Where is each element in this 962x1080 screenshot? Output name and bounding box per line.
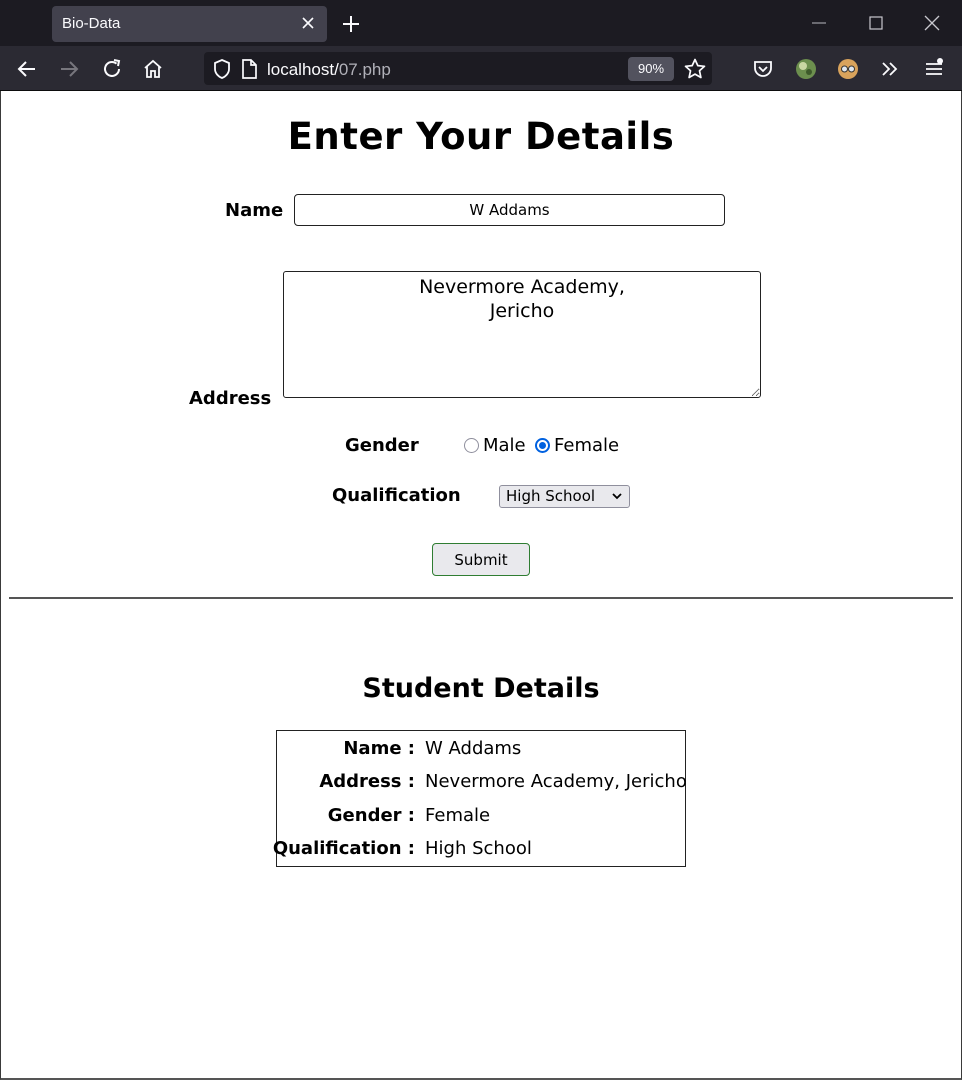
pocket-icon[interactable] [751,57,775,81]
form-title: Enter Your Details [287,115,675,158]
tab-title: Bio-Data [62,15,121,32]
menu-hamburger-icon[interactable] [922,57,946,81]
details-value: Nevermore Academy, Jericho [425,771,687,792]
submit-button[interactable]: Submit [432,543,530,576]
gender-option-male[interactable]: Male [464,435,526,456]
details-row-gender: Gender : Female [277,800,685,830]
student-details-table: Name : W Addams Address : Nevermore Acad… [273,730,687,867]
browser-titlebar: Bio-Data [0,0,962,46]
qualification-label: Qualification [332,485,461,506]
gender-option-female[interactable]: Female [535,435,619,456]
shield-icon[interactable] [211,58,233,80]
browser-tab[interactable]: Bio-Data [52,6,327,42]
home-icon[interactable] [141,57,165,81]
address-textarea[interactable]: Nevermore Academy, Jericho [283,271,761,398]
details-key: Name : [343,738,415,759]
details-value: Female [425,805,491,826]
details-value: W Addams [425,738,522,759]
close-tab-icon[interactable] [299,14,317,32]
minimize-window-icon[interactable] [809,13,829,33]
address-label: Address [189,388,272,409]
details-value: High School [425,838,532,859]
gender-label: Gender [345,435,419,456]
page-content: Enter Your Details Name Address Nevermor… [0,91,962,1080]
extension-globe-icon[interactable] [794,57,818,81]
details-key: Qualification : [272,838,415,859]
female-radio-label: Female [554,435,620,456]
chevron-down-icon [612,493,622,500]
qualification-select[interactable]: High School [499,485,630,508]
details-row-address: Address : Nevermore Academy, Jericho [277,766,687,796]
qualification-selected-value: High School [506,487,596,505]
maximize-window-icon[interactable] [866,13,886,33]
page-icon[interactable] [239,58,259,80]
extension-avatar-icon[interactable] [836,57,860,81]
reload-icon[interactable] [100,57,124,81]
details-row-name: Name : W Addams [277,733,685,763]
back-arrow-icon[interactable] [15,57,39,81]
bookmark-star-icon[interactable] [683,57,707,81]
more-tools-chevron-icon[interactable] [878,57,902,81]
horizontal-rule [9,597,953,599]
name-label: Name [225,200,284,221]
zoom-level-badge[interactable]: 90% [628,57,674,81]
url-text[interactable]: localhost/07.php [267,60,391,80]
forward-arrow-icon[interactable] [57,57,81,81]
browser-toolbar: localhost/07.php 90% [0,46,962,91]
female-radio[interactable] [535,438,550,453]
male-radio-label: Male [483,435,526,456]
student-details-title: Student Details [362,673,600,704]
details-key: Gender : [327,805,415,826]
details-key: Address : [319,771,415,792]
male-radio[interactable] [464,438,479,453]
details-row-qualification: Qualification : High School [273,833,685,863]
address-bar[interactable]: localhost/07.php 90% [204,52,712,85]
new-tab-icon[interactable] [340,13,362,35]
close-window-icon[interactable] [922,13,942,33]
name-input[interactable] [294,194,725,226]
